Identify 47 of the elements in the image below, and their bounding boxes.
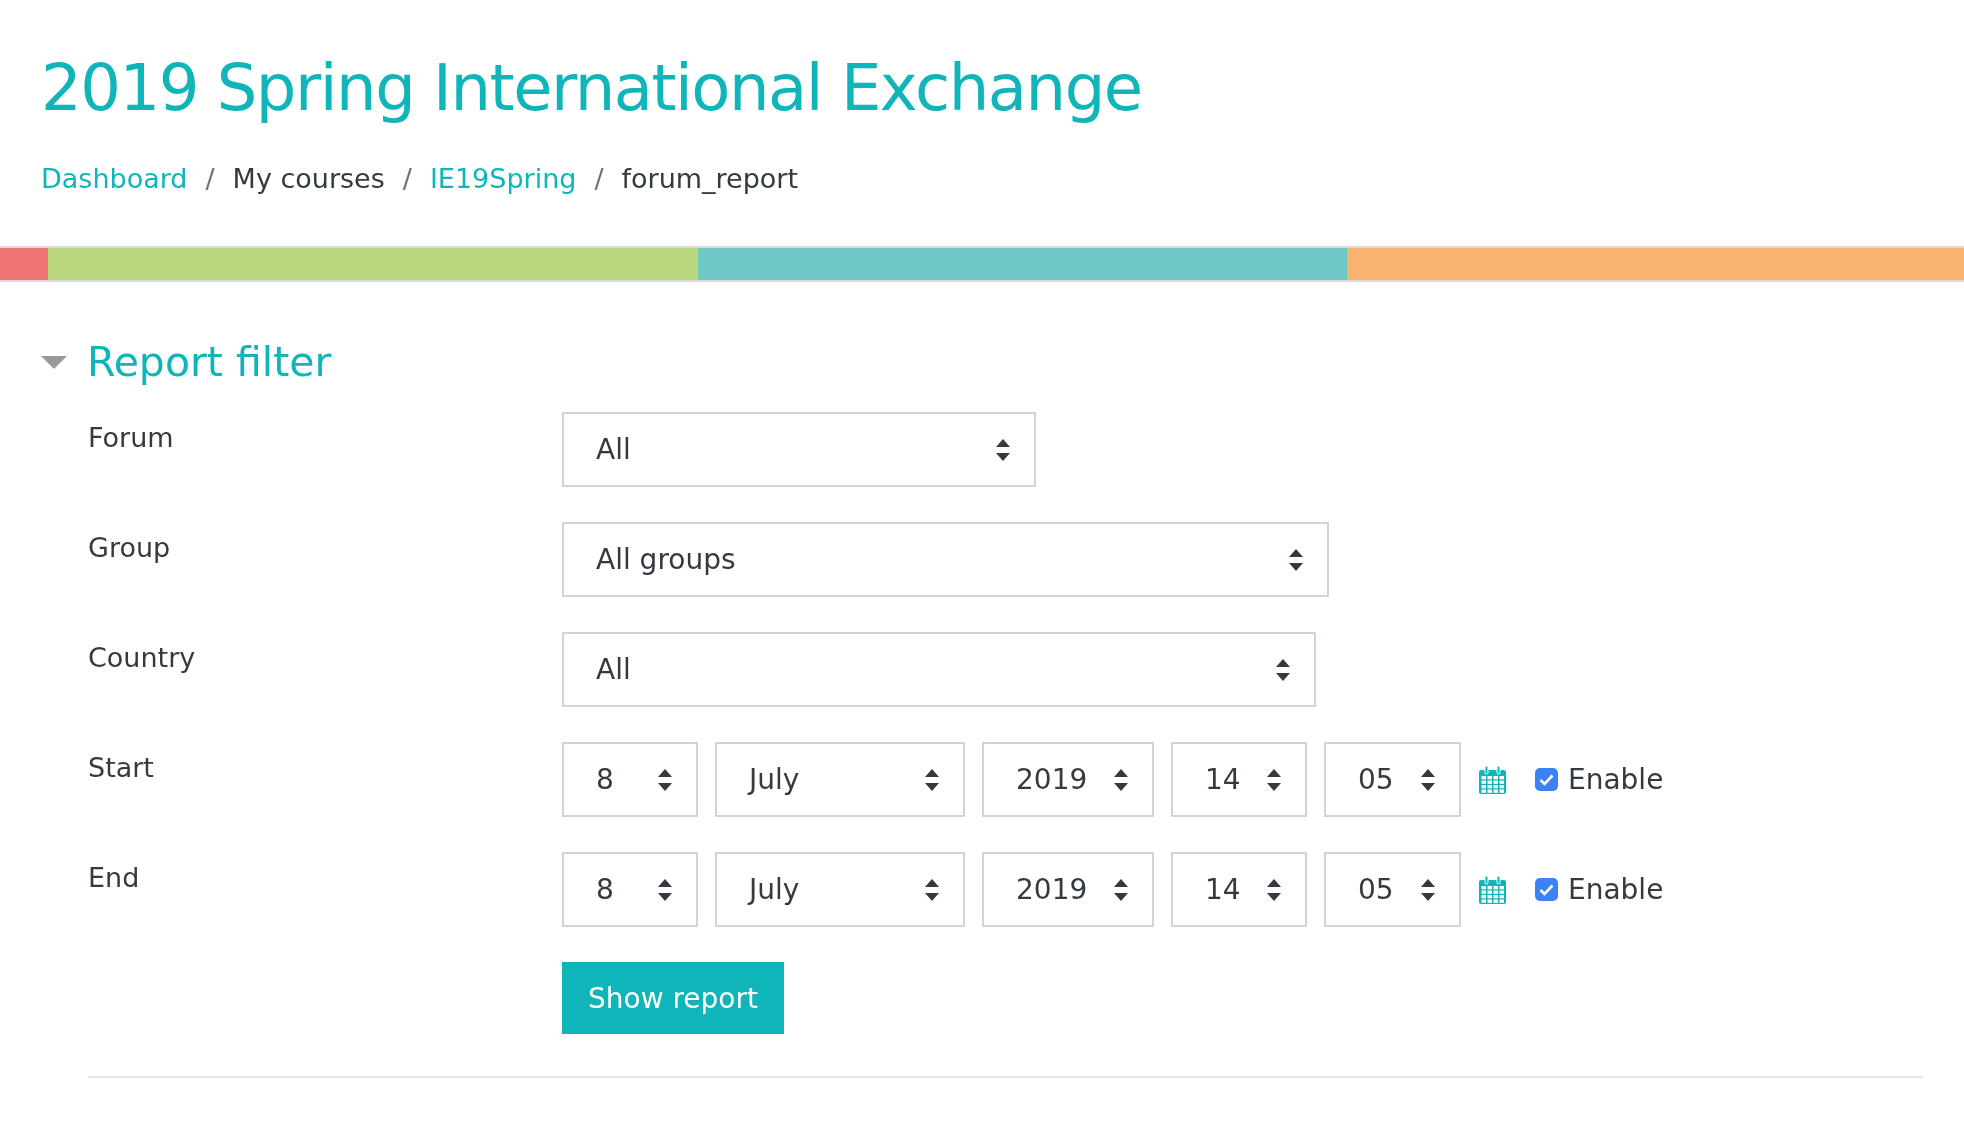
sort-arrows-icon <box>658 878 672 901</box>
breadcrumb-item: My courses <box>232 162 385 194</box>
breadcrumb-item: forum_report <box>621 162 799 194</box>
select-field[interactable]: 05 <box>1324 852 1461 927</box>
enable-checkbox[interactable] <box>1535 878 1558 901</box>
checkmark-icon <box>1539 883 1554 896</box>
select-field[interactable]: All <box>562 632 1316 707</box>
enable-checkbox[interactable] <box>1535 768 1558 791</box>
select-field[interactable]: 8 <box>562 742 698 817</box>
select-field[interactable]: July <box>715 742 965 817</box>
calendar-icon[interactable] <box>1478 764 1507 795</box>
sort-arrows-icon <box>1289 548 1303 571</box>
sort-arrows-icon <box>658 768 672 791</box>
section-title: Report filter <box>87 338 332 386</box>
select-field[interactable]: July <box>715 852 965 927</box>
select-field[interactable]: 8 <box>562 852 698 927</box>
field-label: End <box>88 861 141 895</box>
select-field[interactable]: 2019 <box>982 742 1154 817</box>
sort-arrows-icon <box>1114 768 1128 791</box>
page-title: 2019 Spring International Exchange <box>41 50 1143 127</box>
select-field[interactable]: All groups <box>562 522 1329 597</box>
sort-arrows-icon <box>996 438 1010 461</box>
checkbox-label: Enable <box>1568 763 1664 796</box>
sort-arrows-icon <box>1421 768 1435 791</box>
select-field[interactable]: 14 <box>1171 742 1307 817</box>
select-field[interactable]: 14 <box>1171 852 1307 927</box>
collapse-triangle-icon[interactable] <box>41 354 67 370</box>
select-field[interactable]: 05 <box>1324 742 1461 817</box>
sort-arrows-icon <box>1421 878 1435 901</box>
sort-arrows-icon <box>1267 878 1281 901</box>
field-label: Group <box>88 531 172 565</box>
calendar-icon[interactable] <box>1478 874 1507 905</box>
field-label: Country <box>88 641 197 675</box>
sort-arrows-icon <box>1114 878 1128 901</box>
sort-arrows-icon <box>925 768 939 791</box>
checkmark-icon <box>1539 773 1554 786</box>
sort-arrows-icon <box>925 878 939 901</box>
breadcrumb-separator: / <box>402 162 412 194</box>
checkbox-label: Enable <box>1568 873 1664 906</box>
field-label: Forum <box>88 421 175 455</box>
breadcrumb-separator: / <box>205 162 215 194</box>
select-field[interactable]: 2019 <box>982 852 1154 927</box>
field-label: Start <box>88 751 155 785</box>
breadcrumb-separator: / <box>594 162 604 194</box>
sort-arrows-icon <box>1267 768 1281 791</box>
select-field[interactable]: All <box>562 412 1036 487</box>
sort-arrows-icon <box>1276 658 1290 681</box>
